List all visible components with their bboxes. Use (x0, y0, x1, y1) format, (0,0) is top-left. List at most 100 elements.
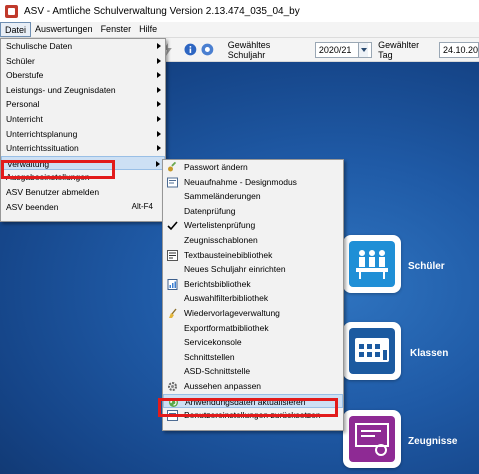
menu-item-sammelaenderungen[interactable]: Sammeländerungen (163, 189, 343, 204)
menu-datei[interactable]: Datei (0, 22, 32, 37)
menu-item-oberstufe[interactable]: Oberstufe (1, 68, 165, 83)
chevron-right-icon (157, 130, 161, 137)
menu-item-label: Neues Schuljahr einrichten (184, 264, 286, 275)
menu-item-label: Neuaufnahme - Designmodus (184, 176, 297, 187)
window-title: ASV - Amtliche Schulverwaltung Version 2… (24, 5, 300, 17)
tile-klassen[interactable] (343, 322, 401, 380)
menu-item-ausgabeeinstellungen[interactable]: Ausgabeeinstellungen (1, 170, 165, 185)
menu-auswertungen[interactable]: Auswertungen (31, 22, 97, 37)
menu-item-wiedervorlageverwaltung[interactable]: Wiedervorlageverwaltung (163, 306, 343, 321)
menu-item-label: Benutzereinstellungen zurücksetzen (184, 410, 321, 421)
menu-item-label: Wiedervorlageverwaltung (184, 307, 280, 318)
students-icon (356, 250, 388, 279)
menu-item-label: Unterrichtsplanung (6, 128, 78, 139)
reset-icon (167, 410, 178, 422)
menu-item-anwendungsdaten-aktualisieren[interactable]: Anwendungsdaten aktualisieren (163, 393, 343, 409)
tile-klassen-label: Klassen (410, 348, 449, 359)
tile-schueler[interactable] (343, 235, 401, 293)
form-icon (167, 177, 178, 188)
menu-item-wertelistenpruefung[interactable]: Wertelistenprüfung (163, 218, 343, 233)
menu-item-label: Servicekonsole (184, 337, 242, 348)
tag-value: 24.10.20 (442, 44, 479, 55)
text-block-icon (167, 249, 178, 261)
checkmark-icon (167, 221, 178, 231)
menu-item-schnittstellen[interactable]: Schnittstellen (163, 350, 343, 365)
menu-item-label: Datenprüfung (184, 205, 236, 216)
settings-circle-icon[interactable] (201, 43, 214, 56)
menu-item-label: ASV beenden (6, 201, 59, 212)
menu-item-label: Sammeländerungen (184, 191, 261, 202)
menu-item-asd-schnittstelle[interactable]: ASD-Schnittstelle (163, 364, 343, 379)
chevron-right-icon (157, 145, 161, 152)
menu-item-label: Passwort ändern (184, 162, 248, 172)
key-icon (168, 162, 177, 172)
menu-item-label: Auswahlfilterbibliothek (184, 293, 269, 304)
gear-icon (168, 381, 177, 391)
info-icon[interactable] (184, 43, 197, 56)
menu-item-label: Unterrichtssituation (6, 143, 79, 154)
menu-item-passwort-aendern[interactable]: Passwort ändern (163, 160, 343, 175)
menu-item-textbausteinebibliothek[interactable]: Textbausteinebibliothek (163, 248, 343, 263)
chevron-right-icon (157, 43, 161, 49)
menu-item-schulische-daten[interactable]: Schulische Daten (1, 39, 165, 54)
verwaltung-submenu: Passwort ändern Neuaufnahme - Designmodu… (162, 159, 344, 431)
tile-zeugnisse-label: Zeugnisse (408, 436, 458, 447)
menu-item-zeugnisschablonen[interactable]: Zeugnisschablonen (163, 233, 343, 248)
chevron-right-icon (157, 57, 161, 64)
tile-schueler-label: Schüler (408, 261, 445, 272)
certificate-icon (355, 423, 389, 456)
menu-item-label: ASD-Schnittstelle (184, 366, 251, 377)
menu-item-exportformatbibliothek[interactable]: Exportformatbibliothek (163, 321, 343, 336)
menu-item-label: Unterricht (6, 113, 43, 124)
schuljahr-label: Gewähltes Schuljahr (227, 39, 271, 60)
menu-item-benutzereinstellungen-zuruecksetzen[interactable]: Benutzereinstellungen zurücksetzen (163, 408, 343, 423)
menu-item-leistungs-zeugnisdaten[interactable]: Leistungs- und Zeugnisdaten (1, 83, 165, 98)
menu-item-unterrichtssituation[interactable]: Unterrichtssituation (1, 141, 165, 156)
menu-item-verwaltung[interactable]: Verwaltung (1, 155, 165, 171)
shortcut-label: Alt-F4 (131, 201, 153, 211)
menu-item-label: ASV Benutzer abmelden (6, 186, 100, 197)
menu-item-label: Personal (6, 99, 40, 110)
tile-schueler-bg (349, 241, 395, 287)
chevron-right-icon (157, 115, 161, 122)
menu-item-servicekonsole[interactable]: Servicekonsole (163, 335, 343, 350)
schuljahr-value: 2020/21 (318, 44, 352, 55)
report-icon (167, 278, 178, 290)
schuljahr-select[interactable]: 2020/21 (314, 41, 373, 58)
chevron-right-icon (157, 101, 161, 108)
chevron-right-icon (156, 160, 160, 167)
menu-hilfe[interactable]: Hilfe (135, 22, 161, 37)
asv-app-icon (5, 4, 18, 18)
menu-item-asv-beenden[interactable]: ASV beenden Alt-F4 (1, 200, 165, 215)
menu-item-neues-schuljahr[interactable]: Neues Schuljahr einrichten (163, 262, 343, 277)
menu-item-label: Verwaltung (7, 158, 50, 169)
menu-item-label: Wertelistenprüfung (184, 220, 256, 231)
refresh-icon (169, 397, 178, 407)
broom-icon (169, 308, 177, 318)
classroom-icon (355, 338, 389, 362)
menu-item-label: Schnittstellen (184, 351, 235, 362)
chevron-right-icon (157, 86, 161, 93)
menu-item-label: Exportformatbibliothek (184, 322, 269, 333)
menu-fenster[interactable]: Fenster (97, 22, 136, 37)
menu-item-neuaufnahme-designmodus[interactable]: Neuaufnahme - Designmodus (163, 175, 343, 190)
menu-item-unterricht[interactable]: Unterricht (1, 112, 165, 127)
menu-item-label: Zeugnisschablonen (184, 234, 258, 245)
chevron-right-icon (157, 72, 161, 79)
menu-item-datenpruefung[interactable]: Datenprüfung (163, 204, 343, 219)
tag-input[interactable]: 24.10.20 (438, 41, 479, 58)
tag-label: Gewählter Tag (378, 39, 420, 60)
menu-item-schueler[interactable]: Schüler (1, 54, 165, 69)
datei-menu: Schulische Daten Schüler Oberstufe Leist… (0, 38, 166, 222)
menu-item-label: Berichtsbibliothek (184, 278, 251, 289)
tile-zeugnisse[interactable] (343, 410, 401, 468)
menu-item-aussehen-anpassen[interactable]: Aussehen anpassen (163, 379, 343, 394)
menu-item-label: Oberstufe (6, 70, 44, 81)
menu-item-unterrichtsplanung[interactable]: Unterrichtsplanung (1, 127, 165, 142)
menu-item-personal[interactable]: Personal (1, 97, 165, 112)
menu-item-auswahlfilterbibliothek[interactable]: Auswahlfilterbibliothek (163, 291, 343, 306)
tile-klassen-bg (349, 328, 395, 374)
chevron-down-icon (358, 42, 369, 57)
menu-item-benutzer-abmelden[interactable]: ASV Benutzer abmelden (1, 185, 165, 200)
menu-item-berichtsbibliothek[interactable]: Berichtsbibliothek (163, 277, 343, 292)
